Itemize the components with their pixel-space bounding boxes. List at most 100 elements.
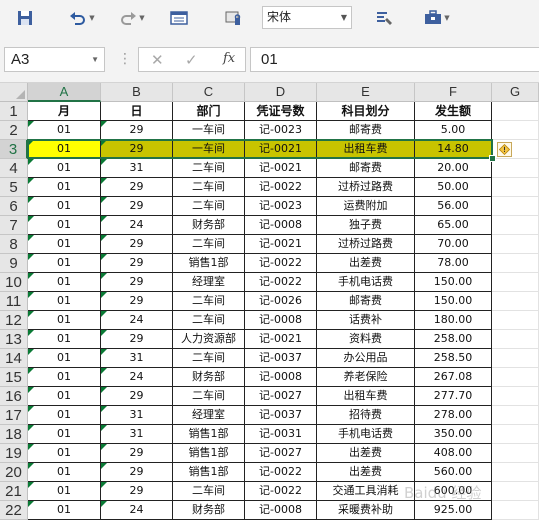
table-cell[interactable]: 记-0008 [245, 368, 317, 387]
save-icon[interactable] [14, 7, 36, 29]
empty-cell[interactable] [492, 444, 539, 463]
table-cell[interactable]: 记-0008 [245, 216, 317, 235]
row-header[interactable]: 12 [0, 311, 28, 330]
row-header[interactable]: 4 [0, 159, 28, 178]
table-cell[interactable]: 记-0026 [245, 292, 317, 311]
table-cell[interactable]: 65.00 [415, 216, 492, 235]
table-cell[interactable]: 01 [28, 254, 101, 273]
empty-cell[interactable] [492, 330, 539, 349]
table-cell[interactable]: 5.00 [415, 121, 492, 140]
table-cell[interactable]: 销售1部 [173, 254, 245, 273]
table-cell[interactable]: 记-0022 [245, 254, 317, 273]
row-header[interactable]: 17 [0, 406, 28, 425]
table-cell[interactable]: 350.00 [415, 425, 492, 444]
table-cell[interactable]: 29 [101, 235, 173, 254]
table-cell[interactable]: 交通工具消耗 [317, 482, 415, 501]
table-cell[interactable]: 01 [28, 216, 101, 235]
table-cell[interactable]: 话费补 [317, 311, 415, 330]
table-cell[interactable]: 29 [101, 387, 173, 406]
column-header-b[interactable]: B [101, 83, 173, 102]
table-cell[interactable]: 24 [101, 216, 173, 235]
table-cell[interactable]: 78.00 [415, 254, 492, 273]
table-cell[interactable]: 出租车费 [317, 140, 415, 159]
row-header[interactable]: 16 [0, 387, 28, 406]
table-cell[interactable]: 01 [28, 501, 101, 520]
table-cell[interactable]: 01 [28, 273, 101, 292]
table-cell[interactable]: 二车间 [173, 235, 245, 254]
table-cell[interactable]: 29 [101, 140, 173, 159]
table-cell[interactable]: 278.00 [415, 406, 492, 425]
table-cell[interactable]: 过桥过路费 [317, 178, 415, 197]
table-header-cell[interactable]: 科目划分 [317, 102, 415, 121]
table-cell[interactable]: 一车间 [173, 121, 245, 140]
font-name-select[interactable]: 宋体 ▼ [262, 6, 352, 29]
table-cell[interactable]: 二车间 [173, 482, 245, 501]
table-cell[interactable]: 01 [28, 406, 101, 425]
table-cell[interactable]: 01 [28, 387, 101, 406]
table-cell[interactable]: 销售1部 [173, 425, 245, 444]
table-cell[interactable]: 过桥过路费 [317, 235, 415, 254]
empty-cell[interactable] [492, 273, 539, 292]
row-header[interactable]: 14 [0, 349, 28, 368]
table-cell[interactable]: 20.00 [415, 159, 492, 178]
table-cell[interactable]: 二车间 [173, 159, 245, 178]
empty-cell[interactable] [492, 254, 539, 273]
table-cell[interactable]: 14.80 [415, 140, 492, 159]
table-cell[interactable]: 01 [28, 292, 101, 311]
table-cell[interactable]: 养老保险 [317, 368, 415, 387]
table-cell[interactable]: 记-0037 [245, 406, 317, 425]
table-cell[interactable]: 记-0021 [245, 140, 317, 159]
empty-cell[interactable] [492, 349, 539, 368]
table-cell[interactable]: 记-0022 [245, 482, 317, 501]
table-cell[interactable]: 出差费 [317, 444, 415, 463]
table-cell[interactable]: 01 [28, 463, 101, 482]
table-cell[interactable]: 267.08 [415, 368, 492, 387]
table-cell[interactable]: 独子费 [317, 216, 415, 235]
table-cell[interactable]: 01 [28, 235, 101, 254]
row-header[interactable]: 1 [0, 102, 28, 121]
table-cell[interactable]: 408.00 [415, 444, 492, 463]
table-cell[interactable]: 出租车费 [317, 387, 415, 406]
column-header-g[interactable]: G [492, 83, 539, 102]
row-header[interactable]: 3 [0, 140, 28, 159]
row-header[interactable]: 13 [0, 330, 28, 349]
form-icon[interactable] [168, 7, 190, 29]
table-cell[interactable]: 50.00 [415, 178, 492, 197]
table-cell[interactable]: 记-0021 [245, 159, 317, 178]
table-cell[interactable]: 01 [28, 425, 101, 444]
table-cell[interactable]: 01 [28, 349, 101, 368]
table-header-cell[interactable]: 日 [101, 102, 173, 121]
empty-cell[interactable] [492, 102, 539, 121]
table-cell[interactable]: 01 [28, 140, 101, 159]
error-check-icon[interactable] [497, 142, 512, 157]
table-cell[interactable]: 财务部 [173, 368, 245, 387]
table-cell[interactable]: 01 [28, 159, 101, 178]
column-header-f[interactable]: F [415, 83, 492, 102]
cancel-icon[interactable]: ✕ [151, 51, 164, 69]
empty-cell[interactable] [492, 463, 539, 482]
row-header[interactable]: 10 [0, 273, 28, 292]
row-header[interactable]: 11 [0, 292, 28, 311]
table-cell[interactable]: 记-0008 [245, 501, 317, 520]
row-header[interactable]: 2 [0, 121, 28, 140]
table-cell[interactable]: 29 [101, 292, 173, 311]
table-cell[interactable]: 29 [101, 178, 173, 197]
empty-cell[interactable] [492, 482, 539, 501]
empty-cell[interactable] [492, 216, 539, 235]
empty-cell[interactable] [492, 425, 539, 444]
empty-cell[interactable] [492, 368, 539, 387]
table-cell[interactable]: 24 [101, 368, 173, 387]
table-cell[interactable]: 01 [28, 311, 101, 330]
empty-cell[interactable] [492, 406, 539, 425]
row-header[interactable]: 20 [0, 463, 28, 482]
row-header[interactable]: 5 [0, 178, 28, 197]
toolbox-dropdown-icon[interactable]: ▼ [444, 14, 449, 22]
chevron-down-icon[interactable]: ▼ [341, 7, 347, 28]
select-all-button[interactable] [0, 83, 28, 102]
table-cell[interactable]: 记-0023 [245, 197, 317, 216]
row-header[interactable]: 22 [0, 501, 28, 520]
name-box[interactable]: A3 ▼ [4, 47, 105, 72]
table-cell[interactable]: 180.00 [415, 311, 492, 330]
table-cell[interactable]: 29 [101, 121, 173, 140]
table-header-cell[interactable]: 部门 [173, 102, 245, 121]
